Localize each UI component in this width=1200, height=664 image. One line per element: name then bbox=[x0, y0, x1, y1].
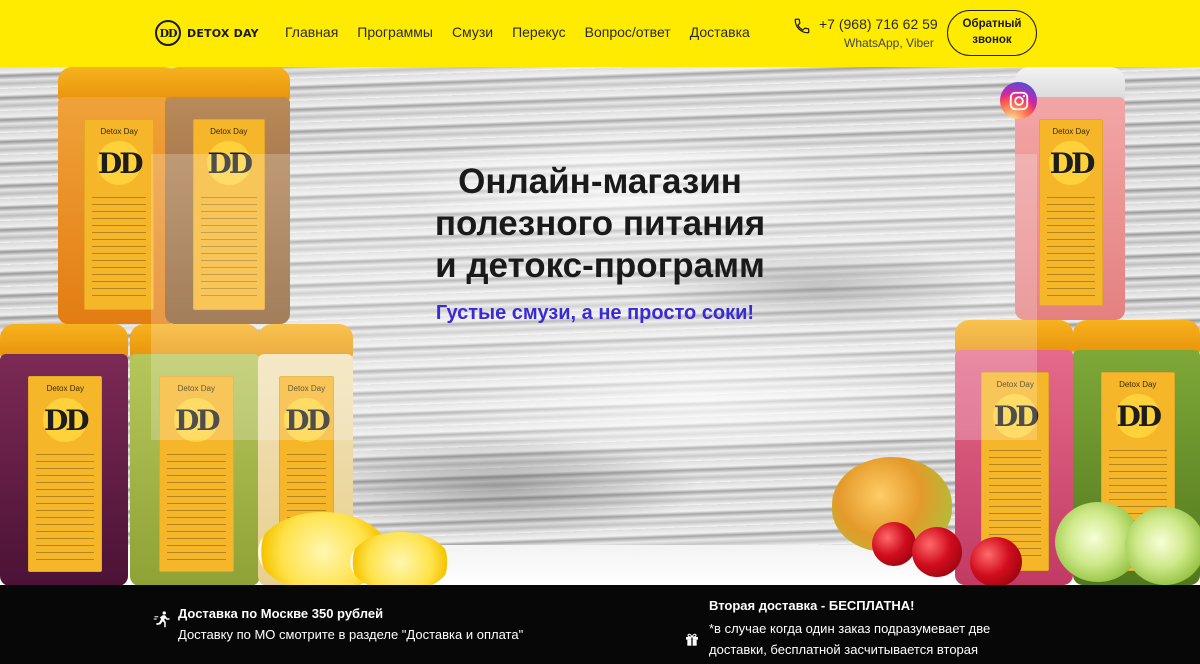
callback-button-label: Обратный звонок bbox=[962, 18, 1022, 46]
phone-icon bbox=[794, 18, 810, 34]
nav-item-faq[interactable]: Вопрос/ответ bbox=[585, 24, 671, 40]
instagram-glyph bbox=[1009, 91, 1028, 110]
second-delivery-text: *в случае когда один заказ подразумевает… bbox=[709, 621, 991, 657]
nav-item-smoothies[interactable]: Смузи bbox=[452, 24, 493, 40]
hero-subtitle: Густые смузи, а не просто соки! bbox=[435, 302, 755, 324]
delivery-moscow-title: Доставка по Москве 350 рублей bbox=[178, 606, 384, 621]
apple-slice bbox=[1125, 507, 1200, 585]
hero-banner: Detox Day DD Detox Day DD Detox Day DD Deto… bbox=[0, 67, 1200, 585]
site-header: DD DETOX DAY Главная Программы Смузи Пер… bbox=[0, 0, 1200, 67]
phone-messengers: WhatsApp, Viber bbox=[844, 36, 934, 50]
nav-item-delivery[interactable]: Доставка bbox=[690, 24, 750, 40]
hero-title: Онлайн-магазин полезного питания и деток… bbox=[434, 162, 766, 285]
nav-item-programs[interactable]: Программы bbox=[357, 24, 433, 40]
cherry bbox=[872, 522, 916, 566]
nav-item-snacks[interactable]: Перекус bbox=[512, 24, 566, 40]
cherry bbox=[970, 537, 1022, 585]
delivery-region-text: Доставку по МО смотрите в разделе "Доста… bbox=[178, 627, 524, 642]
phone-number[interactable]: +7 (968) 716 62 59 bbox=[819, 16, 938, 32]
logo-mark: DD bbox=[155, 20, 181, 46]
delivery-info-bar: Доставка по Москве 350 рублей Доставку п… bbox=[0, 585, 1200, 664]
logo[interactable]: DD DETOX DAY bbox=[155, 20, 259, 46]
lemon-slice bbox=[350, 532, 450, 585]
callback-button[interactable]: Обратный звонок bbox=[947, 10, 1037, 56]
instagram-icon[interactable] bbox=[1000, 82, 1037, 119]
gift-icon bbox=[686, 633, 698, 646]
second-delivery-title: Вторая доставка - БЕСПЛАТНА! bbox=[709, 598, 915, 613]
logo-text: DETOX DAY bbox=[187, 26, 259, 40]
smoothie-jar-berry: Detox Day DD bbox=[0, 324, 128, 585]
courier-runner-icon bbox=[153, 611, 170, 628]
cherry bbox=[912, 527, 962, 577]
main-nav: Главная Программы Смузи Перекус Вопрос/о… bbox=[285, 24, 769, 40]
nav-item-home[interactable]: Главная bbox=[285, 24, 338, 40]
